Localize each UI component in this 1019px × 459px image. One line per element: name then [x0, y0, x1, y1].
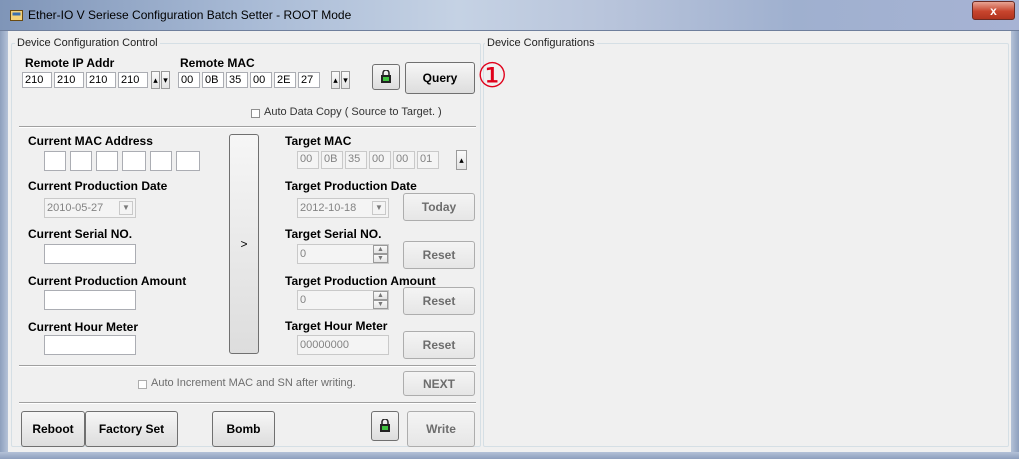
target-mac-byte-6[interactable]: 01	[417, 151, 439, 169]
bomb-button[interactable]: Bomb	[212, 411, 275, 447]
app-icon	[10, 9, 23, 21]
current-mac-byte-1[interactable]	[44, 151, 66, 171]
current-prod-amount-input[interactable]	[44, 290, 136, 310]
remote-mac-down-icon[interactable]: ▾	[341, 71, 350, 89]
window-frame-bottom	[0, 452, 1019, 459]
remote-mac-byte-6[interactable]: 27	[298, 72, 320, 88]
window-title: Ether-IO V Seriese Configuration Batch S…	[28, 8, 352, 22]
auto-increment-label: Auto Increment MAC and SN after writing.	[151, 377, 356, 389]
auto-copy-checkbox[interactable]	[251, 109, 260, 118]
current-serial-input[interactable]	[44, 244, 136, 264]
reboot-button[interactable]: Reboot	[21, 411, 85, 447]
target-serial-up-icon[interactable]: ▲	[373, 245, 388, 254]
device-config-control-label: Device Configuration Control	[15, 37, 160, 49]
remote-ip-octet-4[interactable]: 210	[118, 72, 148, 88]
separator-top	[19, 126, 476, 128]
remote-mac-byte-2[interactable]: 0B	[202, 72, 224, 88]
step-1-annotation: ①	[477, 56, 508, 96]
target-hour-meter-label: Target Hour Meter	[285, 319, 388, 333]
target-mac-byte-3[interactable]: 35	[345, 151, 367, 169]
target-prod-amount-label: Target Production Amount	[285, 274, 436, 288]
auto-increment-checkbox[interactable]	[138, 380, 147, 389]
remote-mac-byte-4[interactable]: 00	[250, 72, 272, 88]
remote-mac-label: Remote MAC	[180, 56, 255, 70]
window-frame-left	[0, 31, 8, 459]
write-button[interactable]: Write	[407, 411, 475, 447]
remote-ip-down-icon[interactable]: ▾	[161, 71, 170, 89]
target-mac-byte-5[interactable]: 00	[393, 151, 415, 169]
remote-mac-byte-1[interactable]: 00	[178, 72, 200, 88]
current-mac-byte-2[interactable]	[70, 151, 92, 171]
remote-ip-octet-2[interactable]: 210	[54, 72, 84, 88]
close-button[interactable]: x	[972, 1, 1015, 20]
target-mac-byte-2[interactable]: 0B	[321, 151, 343, 169]
target-prod-date-label: Target Production Date	[285, 179, 417, 193]
remote-mac-up-icon[interactable]: ▴	[331, 71, 340, 89]
current-prod-date-value: 2010-05-27	[47, 202, 104, 214]
factory-set-button[interactable]: Factory Set	[85, 411, 178, 447]
current-mac-byte-3[interactable]	[96, 151, 118, 171]
current-hour-meter-input[interactable]	[44, 335, 136, 355]
lock-icon	[381, 70, 391, 83]
remote-mac-byte-5[interactable]: 2E	[274, 72, 296, 88]
target-prod-amount-down-icon[interactable]: ▼	[373, 300, 388, 309]
query-button[interactable]: Query	[405, 62, 475, 94]
reset-serial-button[interactable]: Reset	[403, 241, 475, 269]
reset-hour-meter-button[interactable]: Reset	[403, 331, 475, 359]
window-frame-right	[1011, 31, 1019, 459]
reset-prod-amount-button[interactable]: Reset	[403, 287, 475, 315]
separator-middle	[19, 365, 476, 367]
remote-ip-octet-3[interactable]: 210	[86, 72, 116, 88]
target-prod-date-value: 2012-10-18	[300, 202, 357, 214]
current-mac-label: Current MAC Address	[28, 134, 153, 148]
target-prod-amount-up-icon[interactable]: ▲	[373, 291, 388, 300]
remote-ip-octet-1[interactable]: 210	[22, 72, 52, 88]
today-button[interactable]: Today	[403, 193, 475, 221]
current-hour-meter-label: Current Hour Meter	[28, 320, 139, 334]
target-mac-byte-1[interactable]: 00	[297, 151, 319, 169]
target-serial-label: Target Serial NO.	[285, 227, 382, 241]
target-mac-label: Target MAC	[285, 134, 352, 148]
write-lock-button[interactable]	[371, 411, 399, 441]
target-mac-byte-4[interactable]: 00	[369, 151, 391, 169]
target-hour-meter-input[interactable]: 00000000	[297, 335, 389, 355]
current-mac-byte-4[interactable]	[122, 151, 146, 171]
target-serial-down-icon[interactable]: ▼	[373, 254, 388, 263]
lock-icon	[380, 419, 390, 432]
target-mac-spin-icon[interactable]: ▴	[456, 150, 467, 170]
current-prod-date-label: Current Production Date	[28, 179, 168, 193]
current-mac-byte-5[interactable]	[150, 151, 172, 171]
device-configurations-label: Device Configurations	[485, 37, 597, 49]
remote-ip-up-icon[interactable]: ▴	[151, 71, 160, 89]
connect-button[interactable]	[372, 64, 400, 90]
next-button[interactable]: NEXT	[403, 371, 475, 396]
device-configurations-group	[483, 43, 1009, 447]
separator-bottom	[19, 402, 476, 404]
remote-mac-byte-3[interactable]: 35	[226, 72, 248, 88]
current-prod-date-dropdown-icon[interactable]: ▼	[119, 201, 133, 215]
remote-ip-label: Remote IP Addr	[25, 56, 115, 70]
current-prod-amount-label: Current Production Amount	[28, 274, 187, 288]
current-serial-label: Current Serial NO.	[28, 227, 133, 241]
target-prod-date-dropdown-icon[interactable]: ▼	[372, 201, 386, 215]
auto-copy-label: Auto Data Copy ( Source to Target. )	[264, 106, 442, 118]
current-mac-byte-6[interactable]	[176, 151, 200, 171]
copy-to-target-button[interactable]: >	[229, 134, 259, 354]
